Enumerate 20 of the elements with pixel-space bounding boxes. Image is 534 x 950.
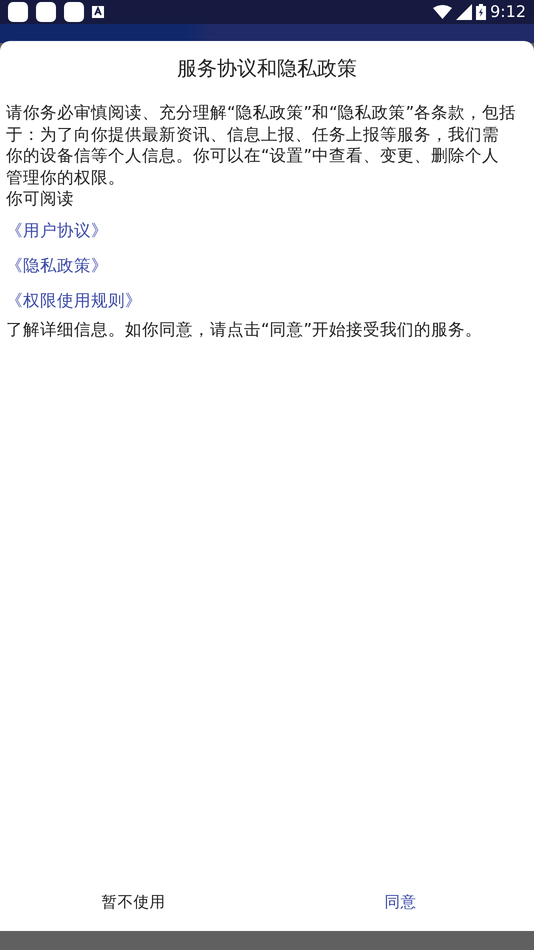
- body-text: 你可阅读: [6, 189, 74, 208]
- policy-link[interactable]: 《用户协议》: [6, 220, 108, 241]
- decline-button[interactable]: 暂不使用: [92, 887, 176, 919]
- dialog-title: 服务协议和隐私政策: [177, 56, 357, 80]
- signal-icon: [456, 4, 472, 20]
- notification-icon: [64, 2, 84, 22]
- status-time: 9:12: [490, 1, 526, 23]
- notification-icon: [8, 2, 28, 22]
- keyboard-icon: [92, 6, 104, 18]
- policy-link[interactable]: 《权限使用规则》: [6, 290, 142, 311]
- body-text: 你的设备信等个人信息。你可以在“设置”中查看、变更、删除个人: [6, 146, 500, 165]
- policy-link[interactable]: 《隐私政策》: [6, 254, 108, 276]
- body-text: 于：为了向你提供最新资讯、信息上报、任务上报等服务，我们需: [6, 124, 499, 144]
- body-text: 管理你的权限。: [6, 168, 125, 186]
- agree-button[interactable]: 同意: [374, 887, 426, 919]
- body-text: 请你务必审慎阅读、充分理解“隐私政策”和“隐私政策”各条款，包括: [6, 103, 516, 122]
- wifi-icon: [433, 5, 452, 19]
- body-text: 了解详细信息。如你同意，请点击“同意”开始接受我们的服务。: [6, 320, 482, 338]
- battery-icon: [476, 4, 486, 20]
- notification-icon: [36, 2, 56, 22]
